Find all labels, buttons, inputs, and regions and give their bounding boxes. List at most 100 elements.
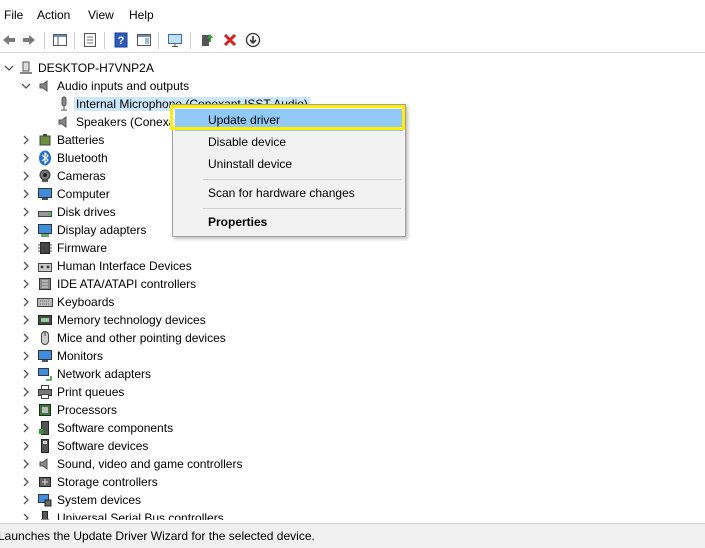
menu-separator [203,208,401,209]
highlight-box [170,105,405,130]
uninstall-icon[interactable] [221,31,239,49]
back-icon[interactable] [0,31,18,49]
audio-label: Audio inputs and outputs [57,79,190,93]
forward-icon[interactable] [20,31,38,49]
toolbar-separator [158,32,159,49]
usb-icon [41,511,49,520]
tree-item-sound[interactable]: Sound, video and game controllers [0,455,705,473]
chevron-right-icon[interactable] [20,476,32,488]
chevron-right-icon[interactable] [20,332,32,344]
network-adapter-icon [38,368,52,381]
tree-item-audio[interactable]: Audio inputs and outputs [0,77,705,95]
tree-item-ide[interactable]: IDE ATA/ATAPI controllers [0,275,705,293]
category-label: Display adapters [57,223,147,237]
toolbar-separator [190,32,191,49]
chevron-right-icon[interactable] [20,188,32,200]
tree-item-software-devices[interactable]: Software devices [0,437,705,455]
chevron-right-icon[interactable] [20,386,32,398]
bluetooth-icon [39,150,51,166]
chevron-right-icon[interactable] [20,206,32,218]
menu-item-label: Properties [208,215,268,229]
chevron-right-icon[interactable] [20,170,32,182]
chevron-right-icon[interactable] [20,422,32,434]
toolbar-separator [44,32,45,49]
monitor-scan-icon[interactable] [166,31,184,49]
chevron-right-icon[interactable] [20,152,32,164]
tree-item-processors[interactable]: Processors [0,401,705,419]
disable-device-menu-item[interactable]: Disable device [175,131,403,153]
menu-help[interactable]: Help [129,8,154,22]
chevron-down-icon[interactable] [3,62,15,74]
disable-icon[interactable] [244,31,262,49]
chevron-right-icon[interactable] [20,494,32,506]
category-label: Universal Serial Bus controllers [57,511,224,520]
category-label: Processors [57,403,118,417]
category-label: Human Interface Devices [57,259,192,273]
category-label: System devices [57,493,142,507]
tree-root[interactable]: DESKTOP-H7VNP2A [0,59,705,77]
chevron-right-icon[interactable] [20,314,32,326]
tree-item-software-components[interactable]: Software components [0,419,705,437]
toolbar: ? [0,29,705,51]
chevron-right-icon[interactable] [20,512,32,520]
menu-action[interactable]: Action [37,8,70,22]
chevron-right-icon[interactable] [20,134,32,146]
speakers-label: Speakers (Conexa [76,115,176,129]
firmware-chip-icon [38,242,52,254]
chevron-right-icon[interactable] [20,404,32,416]
tree-item-mice[interactable]: Mice and other pointing devices [0,329,705,347]
chevron-right-icon[interactable] [20,224,32,236]
tree-item-monitors[interactable]: Monitors [0,347,705,365]
help-icon[interactable]: ? [112,31,130,49]
properties-icon[interactable] [81,31,99,49]
chevron-right-icon[interactable] [20,350,32,362]
printer-icon [38,385,52,399]
category-label: Bluetooth [57,151,108,165]
menu-item-label: Uninstall device [208,157,293,171]
chevron-right-icon[interactable] [20,278,32,290]
category-label: Memory technology devices [57,313,206,327]
category-label: Storage controllers [57,475,158,489]
menu-view[interactable]: View [88,8,114,22]
tree-item-keyboards[interactable]: Keyboards [0,293,705,311]
action-pane-icon[interactable] [135,31,153,49]
category-label: Software components [57,421,174,435]
add-driver-icon[interactable] [198,31,216,49]
software-component-icon [39,421,49,435]
chevron-down-icon[interactable] [20,80,32,92]
tree-item-network[interactable]: Network adapters [0,365,705,383]
tree-item-storage[interactable]: Storage controllers [0,473,705,491]
microphone-icon [61,96,67,111]
tree-item-memory[interactable]: Memory technology devices [0,311,705,329]
tree-item-firmware[interactable]: Firmware [0,239,705,257]
console-tree-icon[interactable] [51,31,69,49]
toolbar-separator [104,32,105,49]
tree-item-usb[interactable]: Universal Serial Bus controllers [0,509,705,520]
tree-item-hid[interactable]: Human Interface Devices [0,257,705,275]
menu-separator [203,179,401,180]
toolbar-separator [74,32,75,49]
tree-item-system[interactable]: System devices [0,491,705,509]
camera-icon [39,169,51,182]
disk-drive-icon [38,211,52,217]
tree-item-print-queues[interactable]: Print queues [0,383,705,401]
uninstall-device-menu-item[interactable]: Uninstall device [175,153,403,175]
chevron-right-icon[interactable] [20,296,32,308]
computer-tree-icon [20,61,32,74]
menu-file[interactable]: File [4,8,23,22]
menu-item-label: Disable device [208,135,287,149]
chevron-right-icon[interactable] [20,368,32,380]
category-label: Keyboards [57,295,115,309]
category-label: IDE ATA/ATAPI controllers [57,277,197,291]
display-adapter-icon [38,224,52,237]
menu-item-label: Scan for hardware changes [208,186,355,200]
status-text: Launches the Update Driver Wizard for th… [0,529,315,543]
category-label: Cameras [57,169,106,183]
chevron-right-icon[interactable] [20,242,32,254]
scan-hardware-menu-item[interactable]: Scan for hardware changes [175,182,403,204]
chevron-right-icon[interactable] [20,260,32,272]
chevron-right-icon[interactable] [20,458,32,470]
properties-menu-item[interactable]: Properties [175,211,403,233]
category-label: Print queues [57,385,125,399]
chevron-right-icon[interactable] [20,440,32,452]
